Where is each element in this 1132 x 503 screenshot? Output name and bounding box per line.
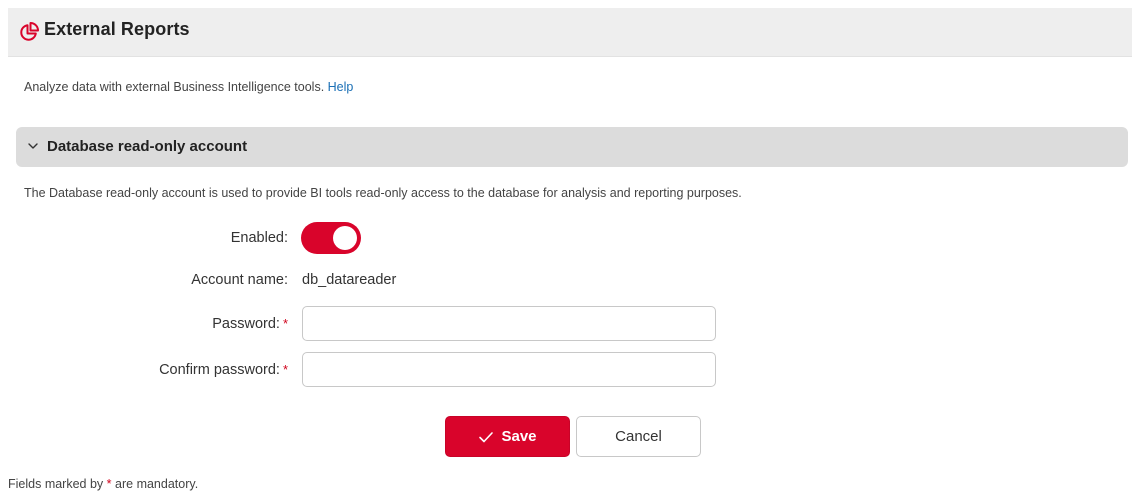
intro-description: Analyze data with external Business Inte… (24, 80, 325, 94)
mandatory-footnote: Fields marked by * are mandatory. (8, 477, 198, 491)
pie-chart-icon (20, 22, 39, 41)
confirm-password-label-text: Confirm password: (159, 362, 280, 378)
chevron-down-icon (28, 143, 38, 149)
account-name-value: db_datareader (302, 272, 397, 288)
password-label-text: Password: (212, 316, 280, 332)
section-description: The Database read-only account is used t… (24, 186, 742, 200)
intro-text: Analyze data with external Business Inte… (24, 80, 353, 94)
account-name-label-text: Account name: (191, 272, 288, 288)
cancel-button[interactable]: Cancel (576, 416, 701, 457)
password-label: Password: * (8, 316, 288, 332)
save-button-label: Save (501, 428, 537, 445)
toggle-knob (333, 226, 357, 250)
page-header: External Reports (8, 8, 1132, 57)
password-input[interactable] (302, 306, 716, 341)
required-marker: * (282, 362, 288, 377)
check-icon (479, 431, 494, 442)
section-header-database-readonly[interactable]: Database read-only account (16, 127, 1128, 167)
confirm-password-label: Confirm password: * (8, 362, 288, 378)
section-title: Database read-only account (47, 138, 248, 155)
cancel-button-label: Cancel (615, 428, 662, 445)
enabled-toggle[interactable] (301, 222, 361, 254)
enabled-label-text: Enabled: (230, 230, 288, 246)
help-link[interactable]: Help (328, 80, 354, 94)
page-title: External Reports (44, 19, 190, 39)
enabled-label: Enabled: (8, 230, 288, 246)
page: External Reports Analyze data with exter… (0, 0, 1132, 503)
confirm-password-input[interactable] (302, 352, 716, 387)
account-name-label: Account name: (8, 272, 288, 288)
required-marker: * (282, 316, 288, 331)
footnote-marker: * (106, 477, 112, 491)
footnote-prefix: Fields marked by (8, 477, 104, 491)
footnote-suffix: are mandatory. (115, 477, 199, 491)
save-button[interactable]: Save (445, 416, 570, 457)
